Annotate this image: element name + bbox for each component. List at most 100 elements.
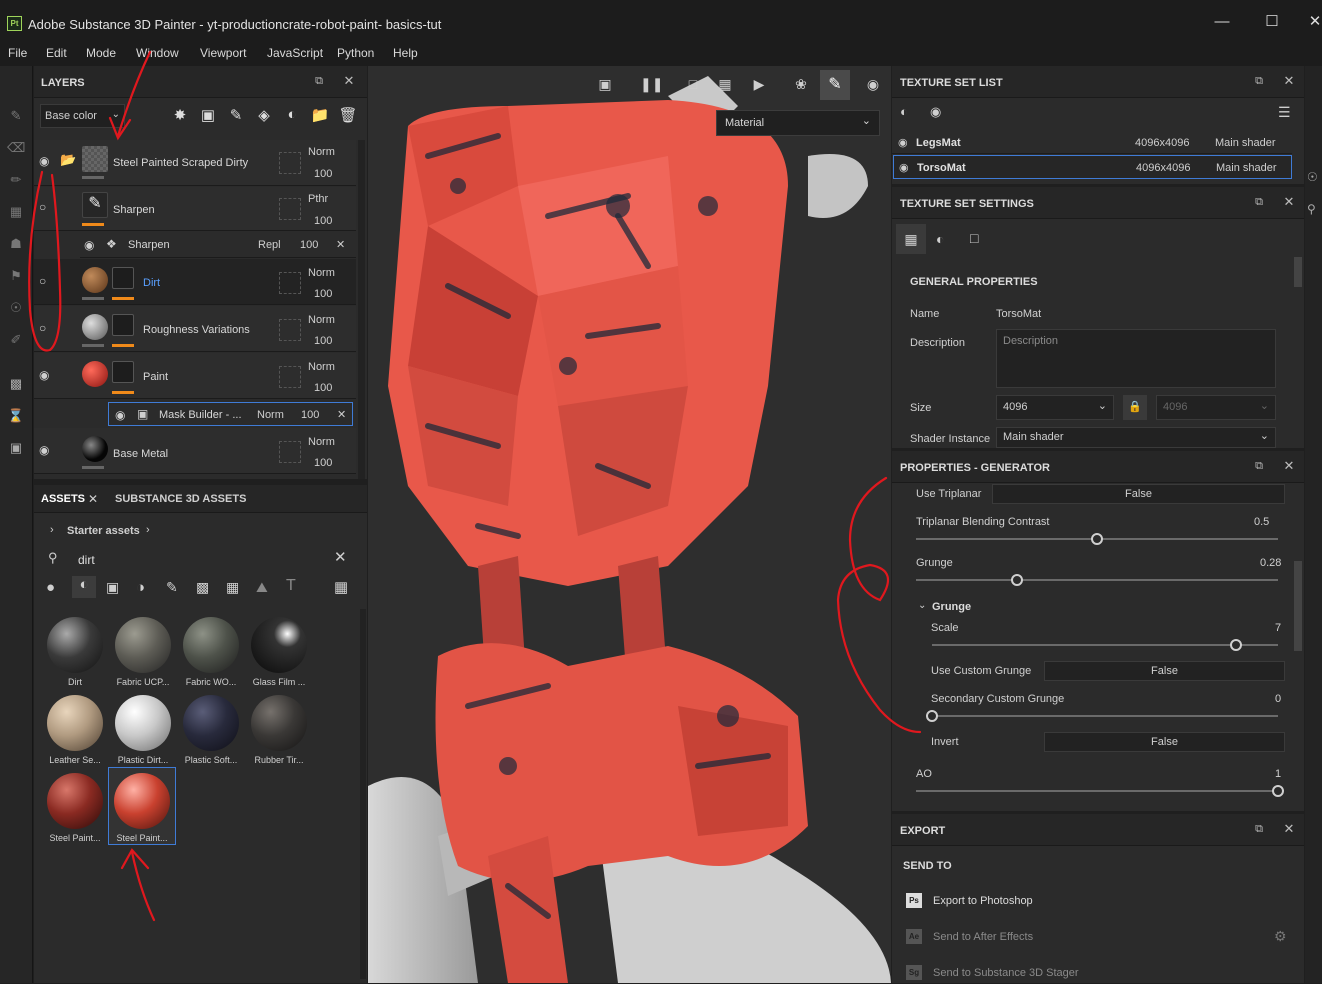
effect-row[interactable]: ◉ ❖ Sharpen Repl 100 ✕ xyxy=(80,232,356,258)
pause-icon[interactable]: ❚❚ xyxy=(640,76,663,94)
add-smart-material-icon[interactable]: ◐ xyxy=(282,106,302,126)
use-triplanar-toggle[interactable]: False xyxy=(992,484,1285,504)
paint-tool-icon[interactable]: ✎ xyxy=(7,108,25,126)
screenshot-icon[interactable]: ◉ xyxy=(864,76,882,94)
smart-mask-filter-icon[interactable]: ◑ xyxy=(136,579,145,596)
selection-icon[interactable]: □ xyxy=(684,76,702,94)
close-window-icon[interactable]: ✕ xyxy=(1305,12,1322,32)
projection-tool-icon[interactable]: ✏ xyxy=(7,172,25,190)
eye-icon[interactable]: ◉ xyxy=(930,104,941,120)
chevron-right-icon[interactable]: › xyxy=(50,524,54,536)
scale-value[interactable]: 7 xyxy=(1275,622,1281,634)
eye-icon[interactable]: ◉ xyxy=(899,161,909,174)
mask-filter-icon[interactable]: ▣ xyxy=(106,579,119,596)
blend-mode[interactable]: Norm xyxy=(257,409,284,421)
undock-icon[interactable]: ⧉ xyxy=(1252,822,1266,836)
blend-mode[interactable]: Norm xyxy=(308,146,335,158)
layer-row[interactable]: ○ Roughness Variations Norm 100 xyxy=(34,306,356,352)
uv-tab-icon[interactable]: □ xyxy=(970,230,978,246)
procedural-filter-icon[interactable]: ▦ xyxy=(226,579,239,596)
export-photoshop-item[interactable]: Ps Export to Photoshop xyxy=(906,892,1276,912)
list-menu-icon[interactable]: ☰ xyxy=(1278,104,1291,121)
eye-icon[interactable]: ○ xyxy=(39,321,55,335)
grunge-value[interactable]: 0.28 xyxy=(1260,557,1281,569)
use-custom-grunge-toggle[interactable]: False xyxy=(1044,661,1285,681)
mask-slot[interactable] xyxy=(279,441,301,463)
close-panel-icon[interactable]: ✕ xyxy=(342,74,356,88)
send-after-effects-item[interactable]: Ae Send to After Effects ⚙ xyxy=(906,928,1287,948)
undock-icon[interactable]: ⧉ xyxy=(1252,74,1266,88)
paint-mode-icon[interactable]: ✎ xyxy=(820,70,850,100)
asset-item-selected[interactable]: Steel Paint... xyxy=(108,767,176,845)
material-filter-icon[interactable]: ● xyxy=(46,579,55,596)
close-panel-icon[interactable]: ✕ xyxy=(1282,459,1296,473)
lock-icon[interactable]: 🔒 xyxy=(1123,395,1147,420)
chevron-down-icon[interactable]: ⌄ xyxy=(918,600,926,611)
name-value[interactable]: TorsoMat xyxy=(996,308,1041,320)
opacity-value[interactable]: 100 xyxy=(301,409,319,421)
menu-javascript[interactable]: JavaScript xyxy=(267,46,323,60)
menu-window[interactable]: Window xyxy=(136,46,179,60)
chevron-right-icon[interactable]: › xyxy=(146,524,150,536)
close-panel-icon[interactable]: ✕ xyxy=(1282,822,1296,836)
clear-search-icon[interactable]: ✕ xyxy=(334,548,347,566)
opacity-value[interactable]: 100 xyxy=(314,457,332,469)
environment-filter-icon[interactable]: ⛰ xyxy=(256,579,268,596)
gear-icon[interactable]: ⚙ xyxy=(1274,928,1287,945)
asset-item[interactable]: Leather Se... xyxy=(40,695,110,765)
eye-icon[interactable]: ◉ xyxy=(898,136,908,149)
breadcrumb[interactable]: Starter assets xyxy=(67,525,140,537)
material-tab-icon[interactable]: ◐ xyxy=(936,231,944,247)
eye-icon[interactable]: ◉ xyxy=(84,238,94,252)
slider-handle[interactable] xyxy=(1091,533,1103,545)
mask-slot[interactable] xyxy=(279,198,301,220)
opacity-value[interactable]: 100 xyxy=(314,382,332,394)
opacity-value[interactable]: 100 xyxy=(300,239,318,251)
menu-edit[interactable]: Edit xyxy=(46,46,67,60)
close-icon[interactable]: ✕ xyxy=(337,408,346,421)
mask-builder-row[interactable]: ◉ ▣ Mask Builder - ... Norm 100 ✕ xyxy=(108,402,353,426)
invert-toggle[interactable]: False xyxy=(1044,732,1285,752)
camera-lock-icon[interactable]: ▣ xyxy=(596,76,614,94)
size-select[interactable]: 4096 ⌄ xyxy=(996,395,1114,420)
eraser-tool-icon[interactable]: ⌫ xyxy=(7,140,25,158)
asset-item[interactable]: Rubber Tir... xyxy=(244,695,314,765)
mask-slot[interactable] xyxy=(279,272,301,294)
close-panel-icon[interactable]: ✕ xyxy=(1282,195,1296,209)
send-stager-item[interactable]: Sg Send to Substance 3D Stager xyxy=(906,964,1276,984)
texture-set-row-selected[interactable]: ◉ TorsoMat 4096x4096 Main shader xyxy=(893,155,1292,179)
asset-item[interactable]: Plastic Dirt... xyxy=(108,695,178,765)
eye-icon[interactable]: ◉ xyxy=(115,408,125,422)
scale-slider[interactable] xyxy=(932,639,1278,651)
ao-slider[interactable] xyxy=(916,785,1284,797)
opacity-value[interactable]: 100 xyxy=(314,288,332,300)
shader-instance-select[interactable]: Main shader ⌄ xyxy=(996,427,1276,448)
secondary-custom-grunge-value[interactable]: 0 xyxy=(1275,693,1281,705)
add-folder-icon[interactable]: 📁 xyxy=(310,106,330,126)
video-camera-icon[interactable]: ▶ xyxy=(750,76,768,94)
undock-icon[interactable]: ⧉ xyxy=(1252,459,1266,473)
asset-item[interactable]: Dirt xyxy=(40,617,110,687)
eye-icon[interactable]: ◉ xyxy=(39,154,55,168)
eye-icon[interactable]: ◉ xyxy=(39,443,55,457)
add-mask-icon[interactable]: ▣ xyxy=(198,106,218,126)
settings-scrollbar[interactable] xyxy=(1294,257,1302,287)
blend-mode[interactable]: Norm xyxy=(308,267,335,279)
add-paint-layer-icon[interactable]: ✎ xyxy=(226,106,246,126)
menu-python[interactable]: Python xyxy=(337,46,374,60)
asset-item[interactable]: Plastic Soft... xyxy=(176,695,246,765)
eyedropper-icon[interactable]: ✐ xyxy=(7,332,25,350)
asset-item[interactable]: Fabric WO... xyxy=(176,617,246,687)
cube-icon[interactable]: ▦ xyxy=(716,76,734,94)
channel-select[interactable]: Base color ⌄ xyxy=(40,104,125,128)
assets-scrollbar[interactable] xyxy=(360,609,366,979)
ao-value[interactable]: 1 xyxy=(1275,768,1281,780)
add-fill-layer-icon[interactable]: ◈ xyxy=(254,106,274,126)
blend-mode[interactable]: Norm xyxy=(308,314,335,326)
blend-mode[interactable]: Norm xyxy=(308,361,335,373)
mask-slot[interactable] xyxy=(279,319,301,341)
search-input[interactable]: dirt xyxy=(78,553,95,567)
grunge-slider[interactable] xyxy=(916,574,1278,586)
layer-row[interactable]: ◉ 📂 Steel Painted Scraped Dirty Norm 100 xyxy=(34,140,356,186)
triplanar-blending-contrast-slider[interactable] xyxy=(916,533,1278,545)
